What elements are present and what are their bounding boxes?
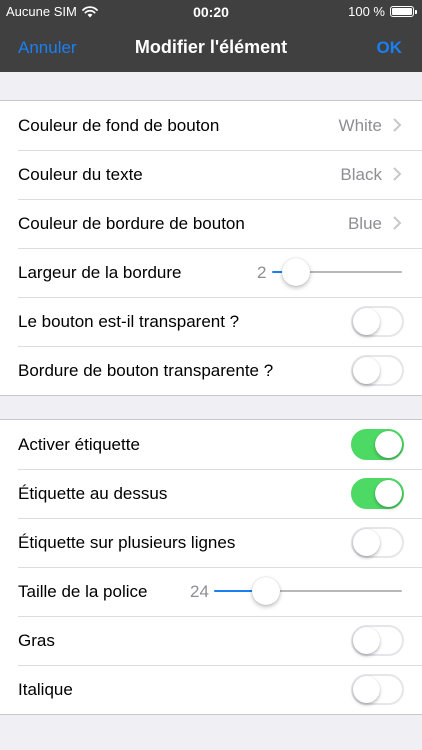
toggle-knob (353, 357, 380, 384)
chevron-right-icon (393, 118, 402, 132)
bold-label: Gras (18, 631, 55, 650)
font-size-row: Taille de la police 24 (0, 567, 422, 616)
multiline-toggle[interactable] (351, 527, 404, 558)
battery-icon (390, 6, 417, 17)
border-transparent-row: Bordure de bouton transparente ? (0, 346, 422, 395)
label-above-label: Étiquette au dessus (18, 484, 168, 503)
border-color-row[interactable]: Couleur de bordure de bouton Blue (0, 199, 422, 248)
border-transparent-toggle[interactable] (351, 355, 404, 386)
multiline-label: Étiquette sur plusieurs lignes (18, 533, 236, 552)
slider-track (296, 271, 402, 273)
label-settings-group: Activer étiquette Étiquette au dessus Ét… (0, 419, 422, 715)
border-width-row: Largeur de la bordure 2 (0, 248, 422, 297)
chevron-right-icon (393, 216, 402, 230)
navigation-bar: Annuler Modifier l'élément OK (0, 24, 422, 72)
bold-toggle[interactable] (351, 625, 404, 656)
multiline-row: Étiquette sur plusieurs lignes (0, 518, 422, 567)
transparent-toggle[interactable] (351, 306, 404, 337)
border-width-slider[interactable] (272, 258, 402, 286)
font-size-value: 24 (190, 582, 209, 601)
toggle-knob (375, 480, 402, 507)
border-transparent-label: Bordure de bouton transparente ? (18, 361, 274, 380)
text-color-label: Couleur du texte (18, 165, 143, 184)
label-above-row: Étiquette au dessus (0, 469, 422, 518)
font-size-label: Taille de la police (18, 582, 148, 601)
chevron-right-icon (393, 167, 402, 181)
slider-track (266, 590, 402, 592)
cancel-button[interactable]: Annuler (18, 38, 77, 58)
bg-color-value: White (338, 116, 382, 135)
bold-row: Gras (0, 616, 422, 665)
border-width-value: 2 (257, 263, 267, 282)
button-settings-group: Couleur de fond de bouton White Couleur … (0, 100, 422, 396)
border-color-label: Couleur de bordure de bouton (18, 214, 245, 233)
text-color-row[interactable]: Couleur du texte Black (0, 150, 422, 199)
header: Aucune SIM 00:20 100 % Annuler Modifier … (0, 0, 422, 72)
italic-label: Italique (18, 680, 73, 699)
toggle-knob (375, 431, 402, 458)
slider-thumb[interactable] (252, 577, 281, 605)
label-above-toggle[interactable] (351, 478, 404, 509)
transparent-label: Le bouton est-il transparent ? (18, 312, 240, 331)
border-color-value: Blue (347, 214, 382, 233)
toggle-knob (353, 627, 380, 654)
toggle-knob (353, 676, 380, 703)
battery-status: 100 % (348, 4, 417, 19)
text-color-value: Black (340, 165, 382, 184)
enable-label-toggle[interactable] (351, 429, 404, 460)
italic-row: Italique (0, 665, 422, 714)
status-bar: Aucune SIM 00:20 100 % (0, 0, 422, 24)
border-width-label: Largeur de la bordure (18, 263, 182, 282)
enable-label-label: Activer étiquette (18, 435, 140, 454)
enable-label-row: Activer étiquette (0, 420, 422, 469)
italic-toggle[interactable] (351, 674, 404, 705)
transparent-row: Le bouton est-il transparent ? (0, 297, 422, 346)
toggle-knob (353, 529, 380, 556)
ok-button[interactable]: OK (377, 38, 403, 58)
slider-thumb[interactable] (282, 258, 311, 286)
bg-color-label: Couleur de fond de bouton (18, 116, 220, 135)
font-size-slider[interactable] (214, 577, 402, 605)
toggle-knob (353, 308, 380, 335)
bg-color-row[interactable]: Couleur de fond de bouton White (0, 101, 422, 150)
battery-percent: 100 % (348, 4, 385, 19)
